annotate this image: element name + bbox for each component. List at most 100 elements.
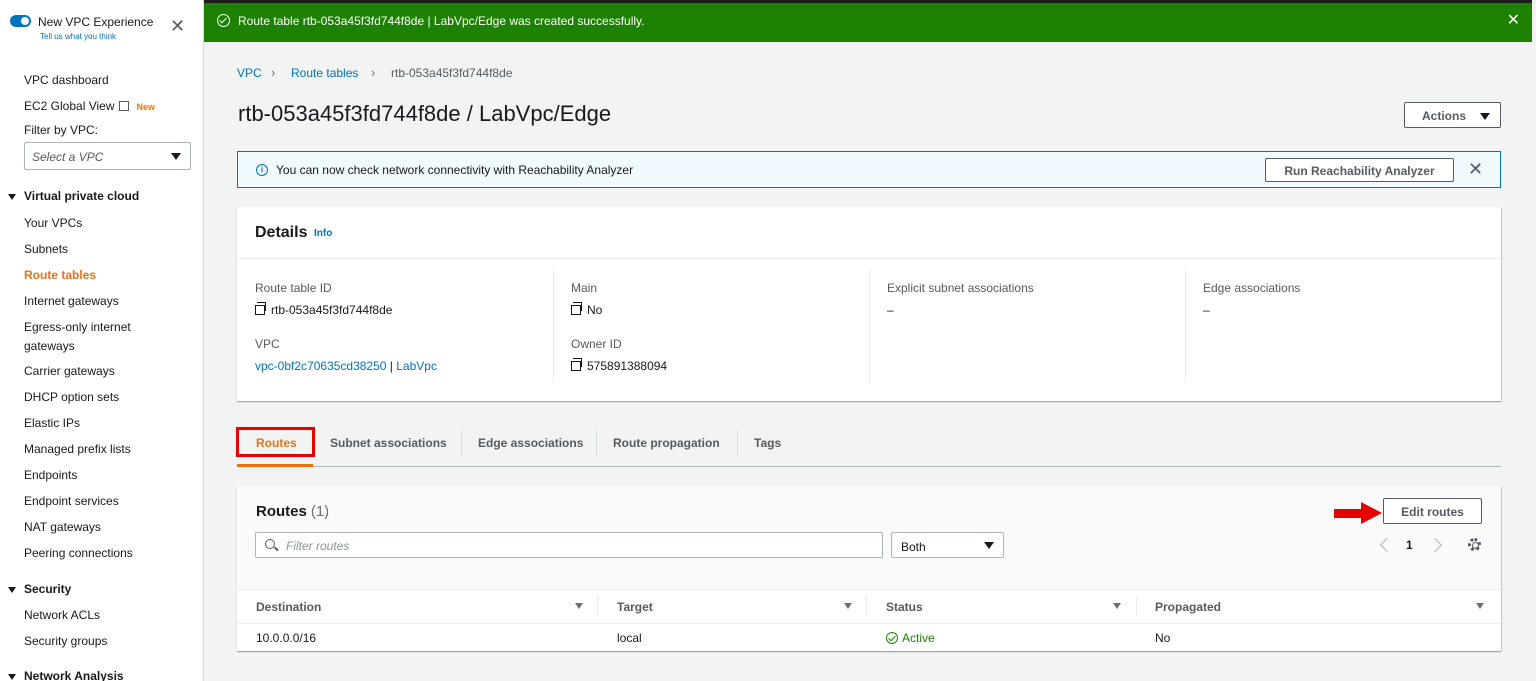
new-badge: New — [136, 102, 156, 112]
status-text: Active — [902, 631, 935, 645]
close-icon[interactable]: ✕ — [1507, 10, 1520, 30]
filter-placeholder: Filter routes — [286, 539, 350, 553]
owner-id-text: 575891388094 — [587, 359, 668, 373]
page-title: rtb-053a45f3fd744f8de / LabVpc/Edge — [238, 101, 612, 126]
flash-message: Route table rtb-053a45f3fd744f8de | LabV… — [238, 14, 645, 28]
column-divider[interactable] — [597, 596, 598, 616]
sidebar-item-subnets[interactable]: Subnets — [24, 242, 68, 256]
sidebar-item-route-tables[interactable]: Route tables — [24, 268, 96, 282]
vpc-id-link[interactable]: vpc-0bf2c70635cd38250 — [255, 359, 386, 373]
tab-divider — [596, 430, 597, 456]
header-divider — [237, 623, 1501, 624]
sidebar-item-network-acls[interactable]: Network ACLs — [24, 608, 100, 622]
sidebar-item-endpoint-services[interactable]: Endpoint services — [24, 494, 119, 508]
chevron-right-icon: › — [271, 65, 276, 80]
copy-icon[interactable] — [255, 302, 266, 315]
close-icon[interactable]: ✕ — [170, 17, 185, 35]
sort-icon[interactable] — [575, 603, 583, 609]
tabs-baseline — [237, 466, 1501, 467]
sidebar-item-vpc-dashboard[interactable]: VPC dashboard — [24, 73, 109, 87]
edge-associations-value: – — [1203, 303, 1210, 317]
active-tab-indicator — [237, 464, 313, 467]
external-link-icon — [118, 101, 129, 111]
caret-down-icon — [8, 586, 16, 593]
caret-down-icon — [1480, 113, 1490, 120]
filter-by-vpc-label: Filter by VPC: — [24, 123, 99, 137]
feedback-link[interactable]: Tell us what you think — [40, 32, 116, 41]
owner-id-value: 575891388094 — [571, 358, 668, 373]
tab-divider — [461, 430, 462, 456]
sort-icon[interactable] — [844, 603, 852, 609]
sort-icon[interactable] — [1113, 603, 1121, 609]
edit-routes-button[interactable]: Edit routes — [1383, 498, 1482, 524]
routes-panel: Routes (1) Edit routes Filter routes Both… — [237, 486, 1501, 651]
column-header-target[interactable]: Target — [617, 600, 653, 614]
copy-icon[interactable] — [571, 358, 582, 371]
caret-down-icon — [8, 673, 16, 680]
sidebar-item-your-vpcs[interactable]: Your VPCs — [24, 216, 82, 230]
tab-divider — [737, 430, 738, 456]
sidebar-item-internet-gateways[interactable]: Internet gateways — [24, 294, 119, 308]
sidebar-item-egress-only-internet-gateways[interactable]: Egress-only internet — [24, 320, 131, 334]
new-experience-toggle[interactable] — [10, 15, 31, 27]
tab-edge-associations[interactable]: Edge associations — [478, 436, 583, 450]
details-title: Details — [255, 224, 308, 241]
explicit-subnet-associations-label: Explicit subnet associations — [887, 281, 1034, 295]
cell-destination: 10.0.0.0/16 — [256, 631, 317, 645]
breadcrumb-vpc[interactable]: VPC — [237, 66, 262, 80]
success-check-icon — [886, 632, 898, 644]
sidebar-item-security-groups[interactable]: Security groups — [24, 634, 107, 648]
vpc-separator: | — [389, 359, 393, 373]
sidebar-item-label: EC2 Global View — [24, 99, 115, 113]
section-virtual-private-cloud[interactable]: Virtual private cloud — [8, 189, 139, 203]
column-divider — [553, 270, 554, 382]
route-table-id-value: rtb-053a45f3fd744f8de — [255, 302, 393, 317]
sidebar-item-egress-only-internet-gateways-line2[interactable]: gateways — [24, 339, 75, 353]
column-header-destination[interactable]: Destination — [256, 600, 321, 614]
tab-tags[interactable]: Tags — [754, 436, 781, 450]
close-icon[interactable]: ✕ — [1468, 159, 1483, 180]
filter-routes-input[interactable]: Filter routes — [255, 532, 883, 558]
chevron-left-icon[interactable] — [1379, 537, 1395, 553]
vpc-filter-select[interactable]: Select a VPC — [24, 142, 191, 170]
sidebar-item-carrier-gateways[interactable]: Carrier gateways — [24, 364, 115, 378]
chevron-right-icon[interactable] — [1427, 537, 1443, 553]
vpc-name-link[interactable]: LabVpc — [396, 359, 437, 373]
actions-button[interactable]: Actions — [1404, 102, 1501, 128]
main-label: Main — [571, 281, 598, 295]
sort-icon[interactable] — [1476, 603, 1484, 609]
section-network-analysis[interactable]: Network Analysis — [8, 669, 124, 681]
sidebar-item-dhcp-option-sets[interactable]: DHCP option sets — [24, 390, 119, 404]
tab-subnet-associations[interactable]: Subnet associations — [330, 436, 447, 450]
sidebar-item-endpoints[interactable]: Endpoints — [24, 468, 77, 482]
column-divider[interactable] — [1136, 596, 1137, 616]
sidebar-item-elastic-ips[interactable]: Elastic IPs — [24, 416, 80, 430]
gear-icon[interactable] — [1468, 538, 1481, 551]
details-panel: Details Info Route table ID rtb-053a45f3… — [237, 207, 1501, 401]
sidebar-item-managed-prefix-lists[interactable]: Managed prefix lists — [24, 442, 131, 456]
chevron-down-icon — [171, 153, 181, 160]
route-type-value: Both — [901, 540, 926, 554]
sidebar-item-peering-connections[interactable]: Peering connections — [24, 546, 133, 560]
edge-associations-label: Edge associations — [1203, 281, 1301, 295]
breadcrumb-route-tables[interactable]: Route tables — [291, 66, 358, 80]
breadcrumb-current: rtb-053a45f3fd744f8de — [391, 66, 513, 80]
sidebar-item-nat-gateways[interactable]: NAT gateways — [24, 520, 101, 534]
column-divider[interactable] — [866, 596, 867, 616]
route-type-select[interactable]: Both — [891, 532, 1004, 558]
run-reachability-analyzer-button[interactable]: Run Reachability Analyzer — [1265, 158, 1454, 182]
sidebar-item-ec2-global-view[interactable]: EC2 Global View New — [24, 99, 155, 113]
tab-route-propagation[interactable]: Route propagation — [613, 436, 720, 450]
info-link[interactable]: Info — [314, 228, 332, 239]
route-table-id-label: Route table ID — [255, 281, 332, 295]
copy-icon[interactable] — [571, 302, 582, 315]
route-table-id-text: rtb-053a45f3fd744f8de — [271, 303, 393, 317]
column-header-status[interactable]: Status — [886, 600, 923, 614]
explicit-subnet-associations-value: – — [887, 303, 894, 317]
column-divider — [869, 270, 870, 382]
section-security[interactable]: Security — [8, 582, 71, 596]
section-label: Network Analysis — [24, 669, 124, 681]
page-number[interactable]: 1 — [1406, 538, 1413, 552]
info-message: You can now check network connectivity w… — [276, 163, 634, 177]
column-header-propagated[interactable]: Propagated — [1155, 600, 1221, 614]
